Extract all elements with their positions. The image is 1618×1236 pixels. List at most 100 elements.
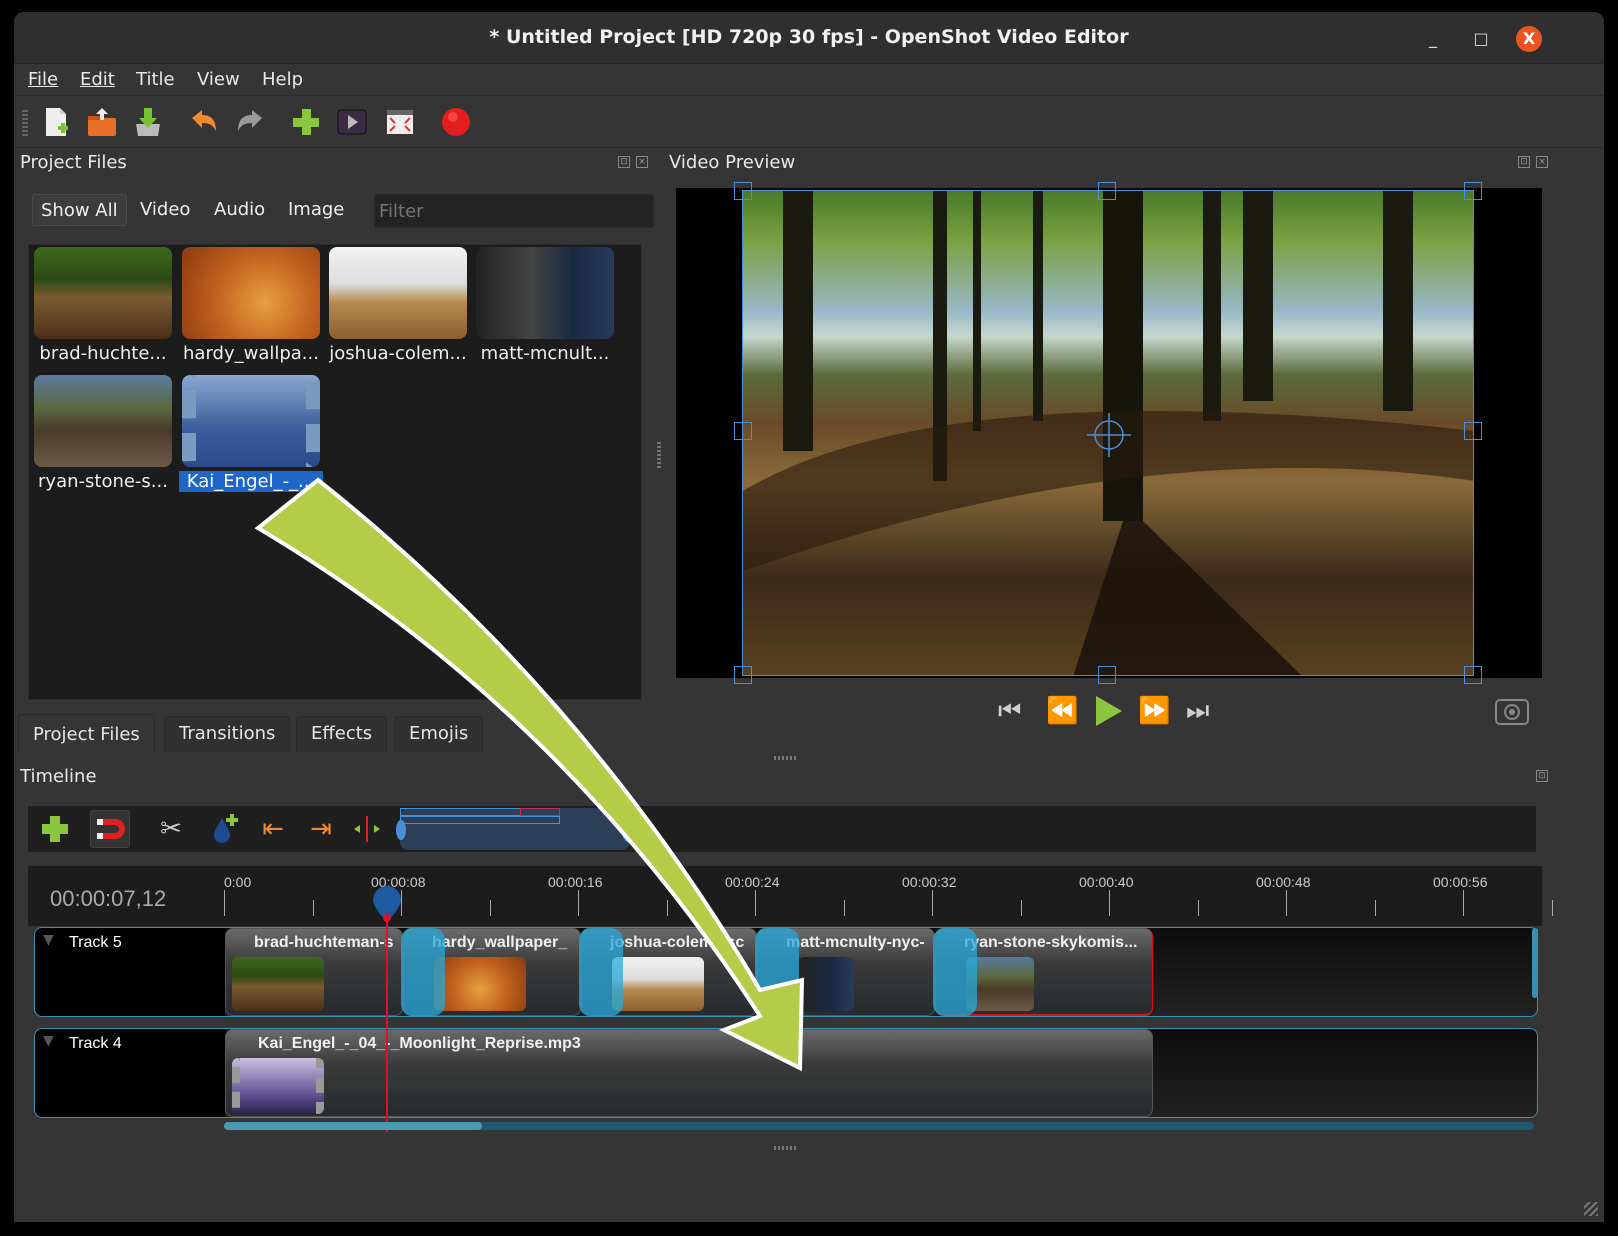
transform-handle[interactable] [1098,666,1116,684]
transform-handle[interactable] [734,182,752,200]
collapse-track-icon[interactable]: ▼ [43,1033,54,1049]
tab-emojis[interactable]: Emojis [394,716,484,752]
redo-icon[interactable] [234,106,266,138]
menu-bar: File Edit Title View Help [14,64,1604,96]
jump-start-icon[interactable]: ⏮ [998,696,1021,727]
track-4[interactable]: ▼ Track 4 Kai_Engel_-_04_-_Moonlight_Rep… [34,1028,1538,1118]
minimap-handle-right[interactable] [622,820,634,842]
tab-project-files[interactable]: Project Files [18,714,155,754]
transform-handle[interactable] [1464,422,1482,440]
resize-grip[interactable] [1584,1202,1598,1216]
file-name: joshua-colem... [329,343,467,364]
snapping-toggle[interactable] [90,810,130,848]
transition[interactable] [579,928,623,1016]
previous-marker-icon[interactable]: ⇤ [256,812,290,846]
filter-image[interactable]: Image [280,194,352,226]
video-preview[interactable] [676,182,1542,684]
file-item-selected[interactable]: Kai_Engel_-_... [179,375,323,492]
splitter-handle[interactable] [774,1146,798,1150]
float-panel-icon[interactable]: ⊡ [1518,156,1530,168]
fullscreen-icon[interactable] [384,106,416,138]
menu-file[interactable]: File [28,69,58,90]
transition[interactable] [755,928,799,1016]
openshot-window: * Untitled Project [HD 720p 30 fps] - Op… [14,12,1604,1222]
open-project-icon[interactable] [86,106,118,138]
preview-icon[interactable] [336,106,368,138]
file-item[interactable]: brad-huchte... [31,247,175,364]
save-project-icon[interactable] [132,106,164,138]
filter-video[interactable]: Video [132,194,198,226]
filter-input[interactable] [374,194,654,228]
toolbar-grip[interactable] [22,110,28,136]
splitter-handle[interactable] [657,442,661,468]
menu-edit[interactable]: Edit [80,69,115,90]
transition[interactable] [933,928,977,1016]
undo-icon[interactable] [188,106,220,138]
file-item[interactable]: hardy_wallpa... [179,247,323,364]
center-playhead-icon[interactable] [350,812,384,846]
collapse-track-icon[interactable]: ▼ [43,932,54,948]
new-project-icon[interactable] [40,106,72,138]
file-thumbnail [34,375,172,467]
float-panel-icon[interactable]: ⊡ [1536,770,1548,782]
play-icon[interactable] [1094,694,1124,728]
timeline-clip[interactable]: Kai_Engel_-_04_-_Moonlight_Reprise.mp3 [225,1029,1153,1117]
close-button[interactable]: X [1516,26,1542,52]
timeline-clip[interactable]: brad-huchteman-s [225,928,403,1016]
track-5[interactable]: ▼ Track 5 brad-huchteman-s hardy_wallpap… [34,927,1538,1017]
tab-transitions[interactable]: Transitions [164,716,291,752]
minimap-handle-left[interactable] [396,820,406,840]
file-item[interactable]: joshua-colem... [326,247,470,364]
minimap-audio-clip [400,816,560,824]
transform-handle[interactable] [734,422,752,440]
close-panel-icon[interactable]: × [636,156,648,168]
razor-icon[interactable]: ✂ [154,812,188,846]
ruler-major-tick [1463,890,1464,916]
float-panel-icon[interactable]: ⊡ [618,156,630,168]
minimize-button[interactable]: _ [1420,26,1446,52]
ruler-label: 00:00:40 [1079,874,1134,890]
menu-title[interactable]: Title [136,69,175,90]
ruler-major-tick [1286,890,1287,916]
close-panel-icon[interactable]: × [1536,156,1548,168]
clip-thumbnail [232,1058,324,1114]
filter-show-all[interactable]: Show All [32,194,127,226]
export-video-icon[interactable] [440,106,472,138]
transform-handle[interactable] [1464,182,1482,200]
splitter-handle[interactable] [774,756,798,760]
minimap-selected-clip [520,808,560,816]
rewind-icon[interactable]: ⏪ [1046,696,1078,726]
transform-handle[interactable] [734,666,752,684]
video-preview-title: Video Preview [669,152,796,173]
scrollbar-thumb[interactable] [224,1122,482,1130]
filter-audio[interactable]: Audio [206,194,273,226]
file-item[interactable]: ryan-stone-s... [31,375,175,492]
import-files-icon[interactable] [290,106,322,138]
jump-end-icon[interactable]: ⏭ [1186,696,1209,727]
transform-handle[interactable] [1464,666,1482,684]
menu-help[interactable]: Help [262,69,303,90]
ruler-minor-tick [1551,900,1553,916]
timeline-scrollbar[interactable] [224,1122,1534,1130]
next-marker-icon[interactable]: ⇥ [304,812,338,846]
timeline-toolbar: ✂ ⇤ ⇥ [28,806,1536,852]
file-thumbnail [34,247,172,339]
timeline-minimap[interactable] [396,808,634,850]
clip-title: brad-huchteman-s [254,934,394,951]
tab-effects[interactable]: Effects [296,716,388,752]
fast-forward-icon[interactable]: ⏩ [1138,696,1170,726]
menu-view[interactable]: View [197,69,240,90]
transition[interactable] [401,928,445,1016]
transform-center-icon[interactable] [1087,413,1131,457]
file-item[interactable]: matt-mcnult... [473,247,617,364]
add-track-icon[interactable] [38,812,72,846]
maximize-button[interactable]: □ [1468,26,1494,52]
timeline-ruler[interactable]: 00:00:07,12 0:00 00:00:08 00:00:16 00:00:24… [28,866,1553,926]
timeline-title: Timeline [20,766,97,787]
file-name: Kai_Engel_-_... [179,471,323,492]
playhead-line[interactable] [386,914,388,1132]
camera-icon[interactable] [1494,696,1530,726]
vertical-scrollbar[interactable] [1532,928,1538,998]
transform-handle[interactable] [1098,182,1116,200]
add-marker-icon[interactable] [208,812,242,846]
